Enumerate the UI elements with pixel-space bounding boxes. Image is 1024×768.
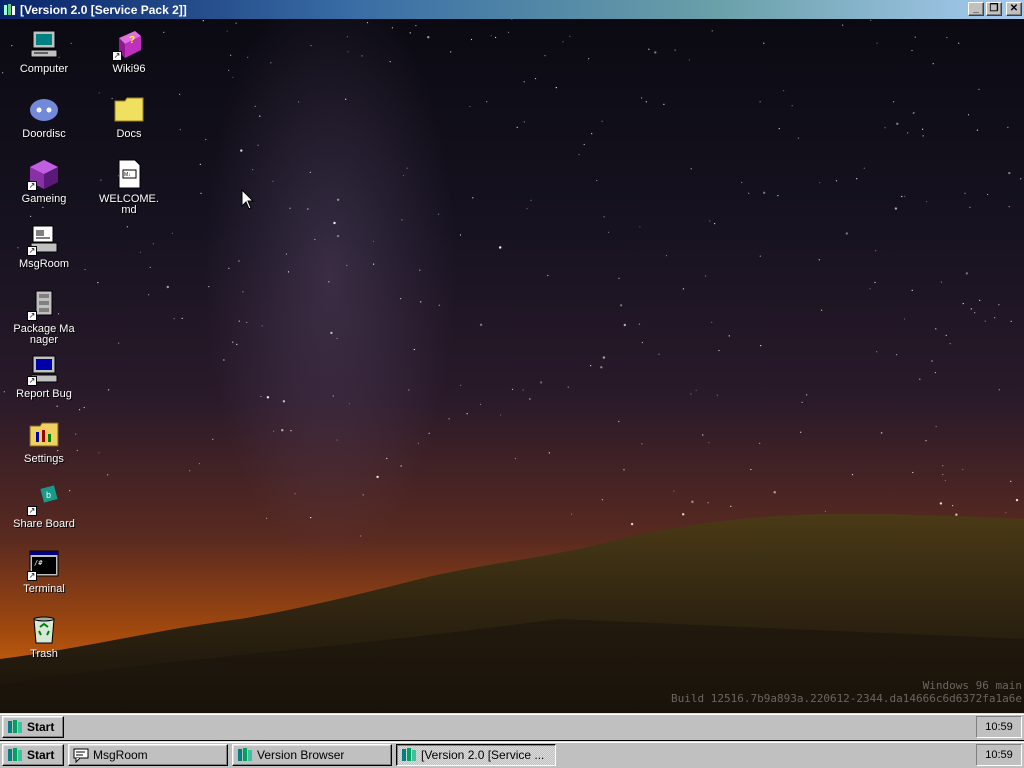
chat-icon <box>73 747 89 764</box>
app-icon <box>237 747 253 763</box>
recycle-bin-icon <box>27 612 61 646</box>
shortcut-arrow-icon: ↗ <box>27 181 37 191</box>
inner-taskbar: Start 10:59 <box>0 713 1024 740</box>
minimize-icon: _ <box>973 3 979 14</box>
start-logo-icon <box>7 747 23 763</box>
task-label: MsgRoom <box>93 748 148 762</box>
app-icon <box>3 3 17 17</box>
desktop-icon-label: Computer <box>19 63 69 75</box>
task-label: Version Browser <box>257 748 345 762</box>
desktop-icon-label: Trash <box>30 648 58 660</box>
shortcut-arrow-icon: ↗ <box>27 506 37 516</box>
package-icon: ↗ <box>27 287 61 321</box>
desktop-icon-msgroom[interactable]: ↗ MsgRoom <box>9 222 79 270</box>
svg-text:M↓: M↓ <box>124 172 131 178</box>
bug-report-icon: ↗ <box>27 352 61 386</box>
watermark-line-1: Windows 96 main <box>922 679 1022 692</box>
desktop-icon-share-board[interactable]: b ↗ Share Board <box>9 482 79 530</box>
help-book-icon: ? ↗ <box>112 27 146 61</box>
desktop-icon-label: Settings <box>24 453 64 465</box>
desktop-icon-computer[interactable]: Computer <box>9 27 79 75</box>
desktop-icon-docs[interactable]: Docs <box>94 92 164 140</box>
desktop-icon-terminal[interactable]: /# ↗ Terminal <box>9 547 79 595</box>
inner-clock[interactable]: 10:59 <box>976 716 1022 738</box>
shortcut-arrow-icon: ↗ <box>27 311 37 321</box>
desktop-icon-label: Share Board <box>13 518 75 530</box>
desktop-icon-settings[interactable]: Settings <box>9 417 79 465</box>
minimize-button[interactable]: _ <box>968 2 984 16</box>
window-titlebar[interactable]: [Version 2.0 [Service Pack 2]] _ ❐ ✕ <box>0 0 1024 19</box>
window-title: [Version 2.0 [Service Pack 2]] <box>20 2 187 17</box>
desktop-icon-label: Report Bug <box>16 388 72 400</box>
start-label: Start <box>27 720 55 734</box>
task-button-version-2-window[interactable]: [Version 2.0 [Service ... <box>396 744 556 766</box>
share-board-icon: b ↗ <box>27 482 61 516</box>
desktop-icon-label: Package Manager <box>13 323 75 346</box>
app-icon <box>401 747 417 763</box>
chat-icon: ↗ <box>27 222 61 256</box>
task-label: [Version 2.0 [Service ... <box>421 748 545 762</box>
watermark-line-2: Build 12516.7b9a893a.220612-2344.da14666… <box>671 692 1022 705</box>
svg-text:/#: /# <box>34 559 43 567</box>
desktop-icon-gameing[interactable]: ↗ Gameing <box>9 157 79 205</box>
desktop[interactable]: Computer Doordisc ↗ Gameing ↗ MsgRoom ↗ … <box>0 19 1024 713</box>
desktop-icon-wiki96[interactable]: ? ↗ Wiki96 <box>94 27 164 75</box>
desktop-icon-label: Docs <box>116 128 142 140</box>
outer-taskbar: Start MsgRoom Version Browser [Version 2… <box>0 741 1024 768</box>
clock-text: 10:59 <box>985 721 1013 733</box>
settings-folder-icon <box>27 417 61 451</box>
build-watermark: Windows 96 main Build 12516.7b9a893a.220… <box>671 679 1022 705</box>
shortcut-arrow-icon: ↗ <box>27 571 37 581</box>
close-icon: ✕ <box>1009 3 1019 14</box>
desktop-icon-welcome-md[interactable]: M↓ WELCOME.md <box>94 157 164 216</box>
desktop-icon-label: Doordisc <box>22 128 66 140</box>
task-button-msgroom[interactable]: MsgRoom <box>68 744 228 766</box>
desktop-icon-doordisc[interactable]: Doordisc <box>9 92 79 140</box>
outer-start-button[interactable]: Start <box>2 744 64 766</box>
markdown-file-icon: M↓ <box>112 157 146 191</box>
desktop-icon-label: Terminal <box>23 583 65 595</box>
clock-text: 10:59 <box>985 749 1013 761</box>
desktop-icon-report-bug[interactable]: ↗ Report Bug <box>9 352 79 400</box>
shortcut-arrow-icon: ↗ <box>112 51 122 61</box>
computer-icon <box>27 27 61 61</box>
folder-icon <box>112 92 146 126</box>
start-label: Start <box>27 748 55 762</box>
desktop-icon-trash[interactable]: Trash <box>9 612 79 660</box>
desktop-icon-label: MsgRoom <box>18 258 70 270</box>
inner-start-button[interactable]: Start <box>2 716 64 738</box>
restore-button[interactable]: ❐ <box>986 2 1002 16</box>
game-cube-icon: ↗ <box>27 157 61 191</box>
restore-icon: ❐ <box>989 3 999 14</box>
close-button[interactable]: ✕ <box>1006 2 1022 16</box>
task-button-version-browser[interactable]: Version Browser <box>232 744 392 766</box>
discord-icon <box>27 92 61 126</box>
terminal-icon: /# ↗ <box>27 547 61 581</box>
desktop-icon-label: Gameing <box>21 193 67 205</box>
desktop-icon-package-manager[interactable]: ↗ Package Manager <box>9 287 79 346</box>
start-logo-icon <box>7 719 23 735</box>
svg-text:?: ? <box>129 35 135 46</box>
svg-text:b: b <box>46 490 51 500</box>
mouse-cursor-icon <box>241 189 255 210</box>
desktop-icon-label: Wiki96 <box>112 63 146 75</box>
shortcut-arrow-icon: ↗ <box>27 376 37 386</box>
outer-clock[interactable]: 10:59 <box>976 744 1022 766</box>
shortcut-arrow-icon: ↗ <box>27 246 37 256</box>
desktop-icon-label: WELCOME.md <box>99 193 159 216</box>
